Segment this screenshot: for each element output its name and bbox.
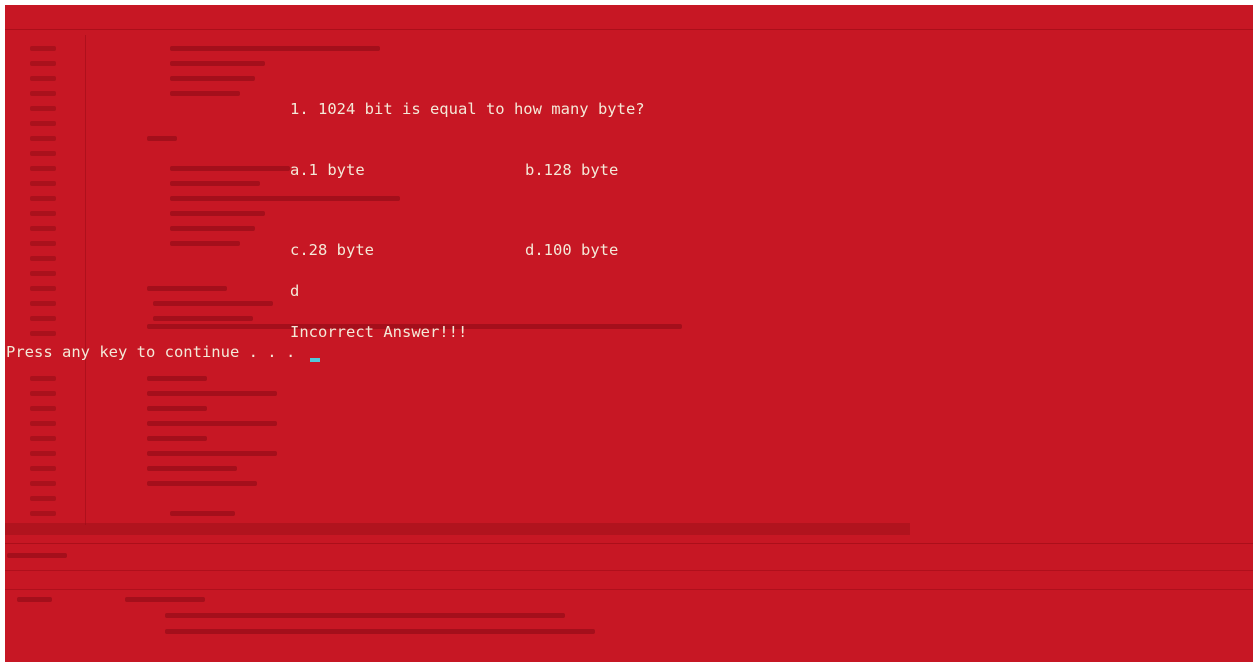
ghost-code-line: [147, 391, 277, 396]
ghost-panel-tabs: [5, 570, 1253, 590]
ghost-line-number: [30, 241, 56, 246]
result-message: Incorrect Answer!!!: [290, 323, 468, 341]
ghost-code-line: [153, 301, 273, 306]
ghost-code-line: [147, 436, 207, 441]
ghost-line-number: [30, 406, 56, 411]
option-d: d.100 byte: [525, 241, 619, 259]
ghost-code-line: [170, 511, 235, 516]
ghost-line-number: [30, 61, 56, 66]
ghost-line-number: [30, 316, 56, 321]
ghost-logs-panel: [5, 543, 1253, 662]
ghost-code-line: [153, 316, 253, 321]
ghost-panel-header: [17, 597, 52, 602]
ghost-line-number: [30, 451, 56, 456]
ghost-line-gutter: [5, 35, 86, 525]
ghost-code-line: [147, 421, 277, 426]
ghost-code-line: [170, 241, 240, 246]
ghost-code-line: [170, 226, 255, 231]
console-window[interactable]: 1. 1024 bit is equal to how many byte? a…: [5, 5, 1253, 662]
ghost-line-number: [30, 46, 56, 51]
option-a: a.1 byte: [290, 161, 365, 179]
text-cursor: [310, 358, 320, 362]
continue-prompt: Press any key to continue . . .: [6, 343, 296, 361]
ghost-code-line: [170, 181, 260, 186]
ghost-line-number: [30, 481, 56, 486]
ghost-line-number: [30, 301, 56, 306]
ghost-line-number: [30, 466, 56, 471]
ghost-line-number: [30, 226, 56, 231]
ghost-code-line: [147, 286, 227, 291]
ghost-line-number: [30, 286, 56, 291]
ghost-code-line: [147, 376, 207, 381]
ghost-line-number: [30, 436, 56, 441]
ghost-line-number: [30, 271, 56, 276]
ghost-line-number: [30, 136, 56, 141]
ghost-line-number: [30, 391, 56, 396]
ghost-line-number: [30, 91, 56, 96]
ghost-line-number: [30, 76, 56, 81]
quiz-question: 1. 1024 bit is equal to how many byte?: [290, 100, 645, 118]
ghost-panel-title: [7, 553, 67, 558]
ghost-line-number: [30, 421, 56, 426]
option-c: c.28 byte: [290, 241, 374, 259]
ghost-line-number: [30, 256, 56, 261]
ghost-horizontal-scrollbar: [5, 523, 910, 535]
option-b: b.128 byte: [525, 161, 619, 179]
ghost-line-number: [30, 331, 56, 336]
ghost-code-line: [147, 406, 207, 411]
user-answer-input: d: [290, 282, 300, 300]
ghost-editor-tabs: [5, 13, 1253, 30]
ghost-code-line: [170, 211, 265, 216]
ghost-line-number: [30, 376, 56, 381]
ghost-line-number: [30, 181, 56, 186]
ghost-line-number: [30, 106, 56, 111]
ghost-code-line: [170, 76, 255, 81]
ghost-line-number: [30, 166, 56, 171]
ghost-code-line: [170, 91, 240, 96]
ghost-panel-header: [125, 597, 205, 602]
ghost-code-line: [147, 481, 257, 486]
ghost-line-number: [30, 121, 56, 126]
ghost-code-line: [147, 466, 237, 471]
ghost-code-line: [147, 451, 277, 456]
ghost-code-line: [147, 136, 177, 141]
ghost-code-line: [170, 61, 265, 66]
ghost-build-message: [165, 629, 595, 634]
ghost-code-line: [170, 196, 400, 201]
ghost-line-number: [30, 196, 56, 201]
ghost-build-message: [165, 613, 565, 618]
ghost-line-number: [30, 511, 56, 516]
ghost-line-number: [30, 211, 56, 216]
ghost-code-line: [170, 46, 380, 51]
ghost-line-number: [30, 151, 56, 156]
ghost-line-number: [30, 496, 56, 501]
ghost-code-line: [170, 166, 290, 171]
